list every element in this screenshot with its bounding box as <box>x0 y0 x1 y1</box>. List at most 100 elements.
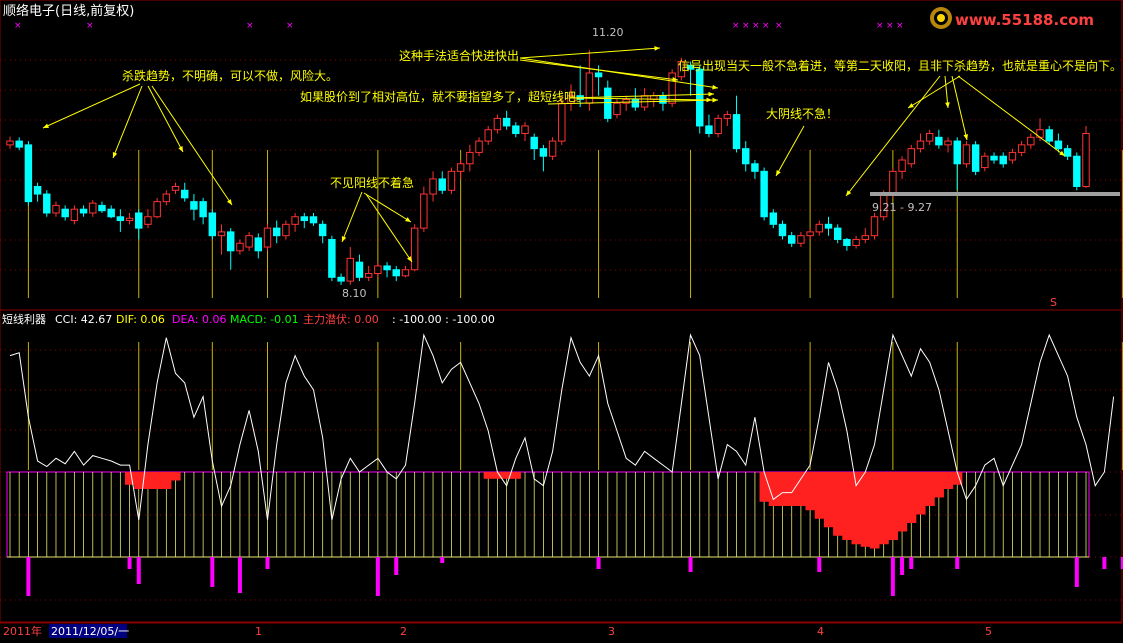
annotation-text: 杀跌趋势，不明确，可以不做，风险大。 <box>122 68 338 83</box>
month-label: 4 <box>817 625 824 638</box>
candle-body <box>1073 155 1081 187</box>
down-bar <box>237 557 242 593</box>
candle-body <box>833 227 842 240</box>
marker-x: × <box>742 21 750 31</box>
down-bar <box>900 557 905 575</box>
down-bar <box>265 557 270 569</box>
candle-body <box>548 140 557 157</box>
candle-body <box>751 163 759 172</box>
main-force-bar <box>170 472 181 481</box>
main-force-bar <box>906 472 917 523</box>
candle-body <box>539 148 548 157</box>
candle-body <box>925 133 934 142</box>
candle-body <box>696 68 704 127</box>
candle-body <box>15 140 23 148</box>
marker-x: × <box>886 21 894 31</box>
month-label: 2 <box>400 625 407 638</box>
candle-body <box>769 212 778 225</box>
down-bar <box>817 557 822 572</box>
main-force-bar <box>879 472 889 545</box>
main-force-bar <box>925 472 935 506</box>
candle-body <box>990 155 998 161</box>
candle-body <box>953 140 961 165</box>
candle-body <box>1045 129 1053 142</box>
main-force-bar <box>483 472 494 479</box>
candle-body <box>171 185 180 191</box>
month-label: 1 <box>255 625 262 638</box>
range-label: 9.21 - 9.27 <box>872 201 932 214</box>
candle-body <box>723 114 732 119</box>
candle-body <box>521 125 529 135</box>
candle-body <box>742 148 750 165</box>
main-force-bar <box>842 472 852 540</box>
candle-body <box>144 216 152 225</box>
candle-body <box>613 102 621 116</box>
down-bar <box>26 557 31 596</box>
marker-x: × <box>286 21 294 31</box>
main-force-bar <box>143 472 154 489</box>
stock-chart[interactable]: × × × × × × × × × × × × 顺络电子(日线,前复权) www.55188.com … <box>0 0 1123 639</box>
main-force-bar <box>869 472 880 549</box>
candle-body <box>383 265 391 271</box>
down-bar <box>440 557 445 563</box>
candle-body <box>907 148 915 165</box>
candle-body <box>70 208 79 222</box>
candle-body <box>475 140 483 153</box>
candle-body <box>898 159 906 172</box>
candle-body <box>33 185 42 195</box>
main-force-bar <box>796 472 807 506</box>
main-force-bar <box>934 472 944 498</box>
down-bar <box>1074 557 1079 587</box>
annotation-text: 信号出现当天一般不急着进，等第二天收阳，且非下杀趋势，也就是重心不是向下。 <box>678 58 1122 73</box>
candle-body <box>374 265 382 275</box>
main-force-bar <box>814 472 825 519</box>
down-bar <box>890 557 895 596</box>
candle-body <box>466 151 474 165</box>
candle-body <box>401 269 410 277</box>
down-bar <box>596 557 601 569</box>
date-axis: 2011年 2011/12/05/一 1 2 3 4 5 <box>0 622 1122 639</box>
candle-body <box>107 208 115 218</box>
candle-body <box>732 114 741 150</box>
marker-x: × <box>876 21 884 31</box>
candle-body <box>512 125 520 135</box>
annotation-text: 大阴线不急！ <box>766 106 838 121</box>
candle-body <box>226 231 235 252</box>
candle-body <box>714 117 722 135</box>
annotation-text: 如果股价到了相对高位，就不要指望多了，超短线吧。 <box>300 89 588 104</box>
candle-body <box>668 72 676 104</box>
candle-body <box>125 217 134 222</box>
year-label: 2011年 <box>3 624 42 638</box>
down-bar <box>955 557 960 569</box>
candle-body <box>760 170 768 218</box>
down-bar <box>210 557 215 587</box>
sell-marker: S <box>1050 296 1057 309</box>
main-force-bar <box>161 472 172 489</box>
down-bar <box>136 557 141 584</box>
candle-body <box>852 238 860 247</box>
candle-body <box>52 204 60 214</box>
main-force-bar <box>851 472 862 545</box>
candle-body <box>558 102 566 142</box>
candle-body <box>24 144 33 203</box>
candle-body <box>254 237 263 252</box>
candle-body <box>1008 151 1017 161</box>
indicator-header: 短线利器 CCI: 42.67 DIF: 0.06 DEA: 0.06 MACD… <box>2 312 495 326</box>
candle-body <box>1027 136 1035 146</box>
candle-body <box>861 235 870 240</box>
main-force-bar <box>787 472 797 506</box>
candle-body <box>530 136 538 150</box>
candle-body <box>447 170 456 191</box>
candle-body <box>797 235 805 244</box>
marker-x: × <box>86 21 94 31</box>
candle-body <box>935 136 943 146</box>
candle-body <box>392 269 400 277</box>
candle-body <box>631 98 640 108</box>
candle-body <box>456 163 465 172</box>
main-force-bar <box>777 472 788 506</box>
candle-body <box>6 140 14 146</box>
candle-body <box>429 178 437 195</box>
candle-body <box>1054 140 1063 150</box>
dea-value: DEA: 0.06 <box>172 313 226 326</box>
candle-body <box>815 223 824 233</box>
